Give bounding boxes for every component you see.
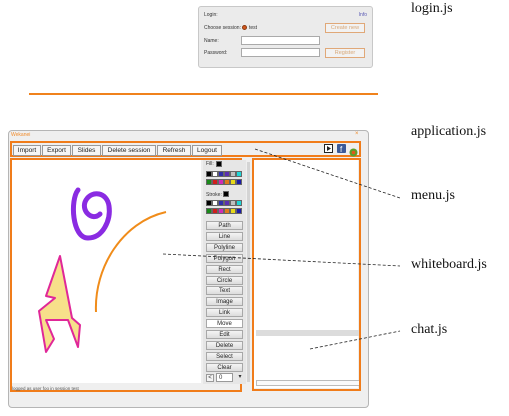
- leader-whiteboard: [162, 253, 401, 267]
- leader-lines: [162, 148, 401, 350]
- leader-chat: [309, 330, 401, 350]
- leader-menu: [254, 148, 401, 199]
